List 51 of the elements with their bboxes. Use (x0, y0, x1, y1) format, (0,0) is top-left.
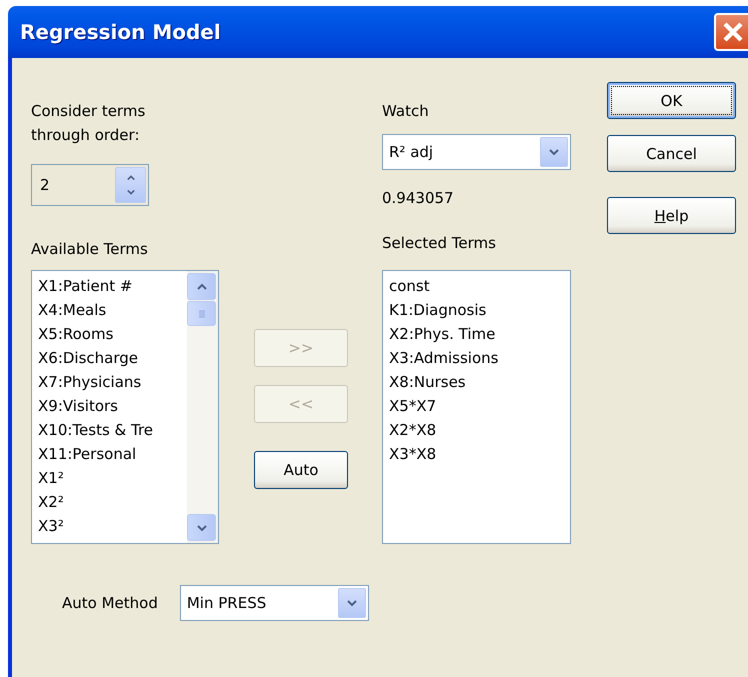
close-button[interactable] (714, 13, 748, 51)
close-icon (721, 22, 745, 42)
term-item[interactable]: X5*X7 (387, 394, 570, 418)
list-label: Available Terms (31, 239, 148, 260)
dropdown-button[interactable] (540, 137, 568, 167)
term-item[interactable]: const (387, 274, 570, 298)
term-item[interactable]: X3² (36, 514, 187, 538)
term-item[interactable]: X6:Discharge (36, 346, 187, 370)
term-item[interactable]: X1:Patient # (36, 274, 187, 298)
scroll-down-button[interactable] (187, 514, 216, 541)
spin-buttons[interactable] (115, 167, 146, 203)
combo-value: R² adj (388, 143, 434, 161)
chevron-down-icon (124, 188, 136, 196)
chevron-down-icon (346, 598, 358, 608)
term-item[interactable]: K1:Diagnosis (387, 298, 570, 322)
scrollbar[interactable] (187, 271, 218, 543)
chevron-up-icon (196, 282, 208, 292)
move-button[interactable]: Auto (254, 451, 348, 489)
auto-method-label: Auto Method (62, 593, 158, 614)
watch-label: Watch (382, 101, 429, 122)
term-item[interactable]: X2:Phys. Time (387, 322, 570, 346)
auto-method-dropdown[interactable]: Min PRESS (180, 585, 369, 621)
term-item[interactable]: X10:Tests & Tre (36, 418, 187, 442)
term-item[interactable]: X9:Visitors (36, 394, 187, 418)
term-item[interactable]: X3:Admissions (387, 346, 570, 370)
list-label: Selected Terms (382, 233, 496, 254)
term-item[interactable]: X11:Personal (36, 442, 187, 466)
dialog-button[interactable]: Help (607, 197, 736, 234)
dialog-button[interactable]: OK (607, 82, 736, 119)
watch-dropdown[interactable]: R² adj (382, 134, 571, 170)
term-item[interactable]: X4:Meals (36, 298, 187, 322)
chevron-up-icon (124, 174, 136, 182)
term-item[interactable]: X8:Nurses (387, 370, 570, 394)
term-item[interactable]: X3*X8 (387, 442, 570, 466)
scroll-up-button[interactable] (187, 273, 216, 300)
term-item[interactable]: X2*X8 (387, 418, 570, 442)
dropdown-button[interactable] (338, 588, 366, 618)
scroll-thumb[interactable] (187, 301, 216, 326)
term-item[interactable]: X1² (36, 466, 187, 490)
combo-value: Min PRESS (186, 594, 268, 612)
chevron-down-icon (548, 147, 560, 157)
window-title: Regression Model (20, 20, 222, 44)
order-label: Consider terms through order: (31, 101, 146, 146)
chevron-down-icon (196, 522, 208, 532)
order-spin-field[interactable]: 2 (31, 164, 149, 206)
watch-value: 0.943057 (382, 188, 454, 209)
term-item[interactable]: X7:Physicians (36, 370, 187, 394)
spin-value: 2 (39, 175, 51, 196)
dialog-button[interactable]: Cancel (607, 135, 736, 172)
term-item[interactable]: X5:Rooms (36, 322, 187, 346)
term-item[interactable]: X2² (36, 490, 187, 514)
